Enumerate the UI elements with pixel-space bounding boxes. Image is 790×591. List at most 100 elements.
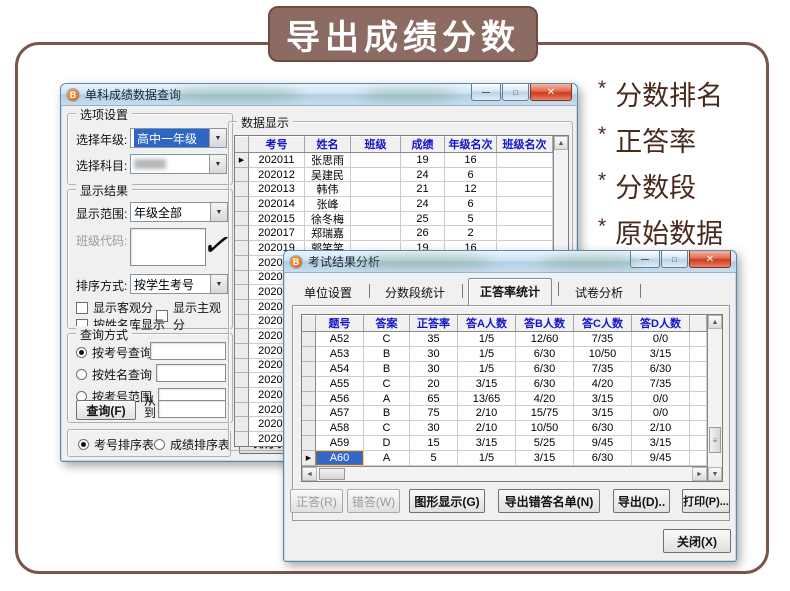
row-selector[interactable]: ▶ [235, 168, 249, 183]
horizontal-scrollbar[interactable]: ◄ ► [302, 466, 707, 481]
table-row[interactable]: ▶ A55 C 20 3/15 6/30 4/20 7/35 [302, 377, 707, 392]
table-row[interactable]: ▶ 202015 徐冬梅 25 5 [235, 212, 553, 227]
col-exam-no[interactable]: 考号 [249, 136, 305, 152]
row-selector[interactable]: ▶ [302, 421, 316, 436]
table-row[interactable]: ▶ A54 B 30 1/5 6/30 7/35 6/30 [302, 362, 707, 377]
radio-circle[interactable] [76, 369, 87, 380]
query-button[interactable]: 查询(F) [76, 400, 136, 420]
tab-unit-settings[interactable]: 单位设置 [294, 281, 362, 305]
scroll-down-icon[interactable]: ▼ [708, 467, 722, 481]
row-selector[interactable]: ▶ [235, 153, 249, 168]
col-class-rank[interactable]: 班级名次 [497, 136, 553, 152]
subject-select[interactable]: ▼ [130, 154, 227, 174]
scroll-right-icon[interactable]: ► [692, 467, 707, 481]
table-row[interactable]: ▶ A58 C 30 2/10 10/50 6/30 2/10 [302, 421, 707, 436]
row-selector[interactable]: ▶ [302, 347, 316, 362]
col-correct-rate[interactable]: 正答率 [410, 315, 458, 331]
row-selector[interactable] [235, 300, 249, 315]
scroll-up-icon[interactable]: ▲ [554, 136, 568, 150]
row-selector[interactable] [235, 373, 249, 388]
correct-answer-button[interactable]: 正答(R) [290, 489, 343, 513]
chevron-down-icon[interactable]: ▼ [210, 203, 227, 221]
range-to-input[interactable] [158, 400, 226, 418]
table-row[interactable]: ▶ 202017 郑瑞嘉 26 2 [235, 226, 553, 241]
graph-display-button[interactable]: 图形显示(G) [409, 489, 485, 513]
tab-correct-rate[interactable]: 正答率统计 [468, 278, 552, 306]
row-selector[interactable]: ▶ [302, 362, 316, 377]
chevron-down-icon[interactable]: ▼ [209, 129, 226, 147]
table-row[interactable]: ▶ 202011 张思雨 19 16 [235, 153, 553, 168]
table-row[interactable]: ▶ A53 B 30 1/5 6/30 10/50 3/15 [302, 347, 707, 362]
row-selector[interactable] [235, 344, 249, 359]
window2-titlebar[interactable]: B 考试结果分析 — □ ✕ [284, 251, 736, 273]
radio-exam-no-sort[interactable]: 考号排序表 [78, 436, 154, 453]
row-selector[interactable] [235, 403, 249, 418]
table-row[interactable]: ▶ A56 A 65 13/65 4/20 3/15 0/0 [302, 392, 707, 407]
col-answered-c[interactable]: 答C人数 [574, 315, 632, 331]
chevron-down-icon[interactable]: ▼ [209, 155, 226, 173]
radio-by-exam-no[interactable]: 按考号查询 [76, 344, 152, 361]
row-selector[interactable]: ▶ [302, 451, 316, 466]
row-selector[interactable]: ▶ [302, 406, 316, 421]
export-wrong-list-button[interactable]: 导出错答名单(N) [498, 489, 600, 513]
row-selector[interactable]: ▶ [235, 182, 249, 197]
table-row[interactable]: ▶ A57 B 75 2/10 15/75 3/15 0/0 [302, 406, 707, 421]
chevron-down-icon[interactable]: ▼ [210, 275, 227, 293]
scroll-up-icon[interactable]: ▲ [708, 315, 722, 329]
class-code-box[interactable] [130, 228, 206, 266]
row-selector[interactable] [235, 359, 249, 374]
maximize-button[interactable]: □ [502, 84, 529, 101]
table-row[interactable]: ▶ A59 D 15 3/15 5/25 9/45 3/15 [302, 436, 707, 451]
radio-circle[interactable] [76, 347, 87, 358]
window1-titlebar[interactable]: B 单科成绩数据查询 — □ ✕ [61, 84, 577, 106]
row-selector[interactable]: ▶ [302, 332, 316, 347]
scrollbar-thumb[interactable]: ≡ [709, 427, 721, 453]
table-row[interactable]: ▶ A60 A 5 1/5 3/15 6/30 9/45 [302, 451, 707, 466]
row-selector[interactable]: ▶ [302, 436, 316, 451]
col-grade-rank[interactable]: 年级名次 [445, 136, 497, 152]
checkbox-box[interactable] [76, 302, 88, 314]
exam-no-input[interactable] [150, 342, 226, 360]
row-selector[interactable]: ▶ [235, 212, 249, 227]
checkbox-objective[interactable]: 显示客观分 [76, 299, 153, 316]
col-answered-a[interactable]: 答A人数 [458, 315, 516, 331]
minimize-button[interactable]: — [630, 251, 660, 268]
close-button[interactable]: 关闭(X) [663, 529, 731, 553]
row-selector[interactable]: ▶ [235, 226, 249, 241]
radio-by-name[interactable]: 按姓名查询 [76, 366, 152, 383]
row-selector[interactable] [235, 417, 249, 432]
close-icon[interactable]: ✕ [689, 251, 731, 268]
col-score[interactable]: 成绩 [401, 136, 445, 152]
export-button[interactable]: 导出(D).. [613, 489, 670, 513]
radio-circle[interactable] [154, 439, 165, 450]
row-selector[interactable] [235, 285, 249, 300]
checkbox-subjective[interactable]: 显示主观分 [156, 299, 232, 333]
scrollbar-thumb[interactable] [319, 468, 345, 480]
radio-score-sort[interactable]: 成绩排序表 [154, 436, 230, 453]
col-class[interactable]: 班级 [351, 136, 401, 152]
tab-paper-analysis[interactable]: 试卷分析 [565, 281, 633, 305]
table-row[interactable]: ▶ 202012 吴建民 24 6 [235, 168, 553, 183]
scroll-left-icon[interactable]: ◄ [302, 467, 317, 481]
col-answer[interactable]: 答案 [364, 315, 410, 331]
col-question-no[interactable]: 题号 [316, 315, 364, 331]
close-icon[interactable]: ✕ [530, 84, 572, 101]
table-row[interactable]: ▶ 202014 张峰 24 6 [235, 197, 553, 212]
row-selector[interactable]: ▶ [235, 241, 249, 256]
table-row[interactable]: ▶ A52 C 35 1/5 12/60 7/35 0/0 [302, 332, 707, 347]
row-selector[interactable] [235, 315, 249, 330]
wrong-answer-button[interactable]: 错答(W) [347, 489, 400, 513]
col-name[interactable]: 姓名 [305, 136, 351, 152]
sort-select[interactable]: 按学生考号 ▼ [130, 274, 228, 294]
row-selector[interactable]: ▶ [235, 256, 249, 271]
row-selector[interactable] [235, 329, 249, 344]
row-selector[interactable] [235, 432, 249, 446]
row-selector[interactable]: ▶ [235, 197, 249, 212]
col-answered-b[interactable]: 答B人数 [516, 315, 574, 331]
table-row[interactable]: ▶ 202013 韩伟 21 12 [235, 182, 553, 197]
range-select[interactable]: 年级全部 ▼ [130, 202, 228, 222]
row-selector[interactable]: ▶ [302, 392, 316, 407]
minimize-button[interactable]: — [471, 84, 501, 101]
row-selector[interactable]: ▶ [302, 377, 316, 392]
row-selector[interactable] [235, 388, 249, 403]
